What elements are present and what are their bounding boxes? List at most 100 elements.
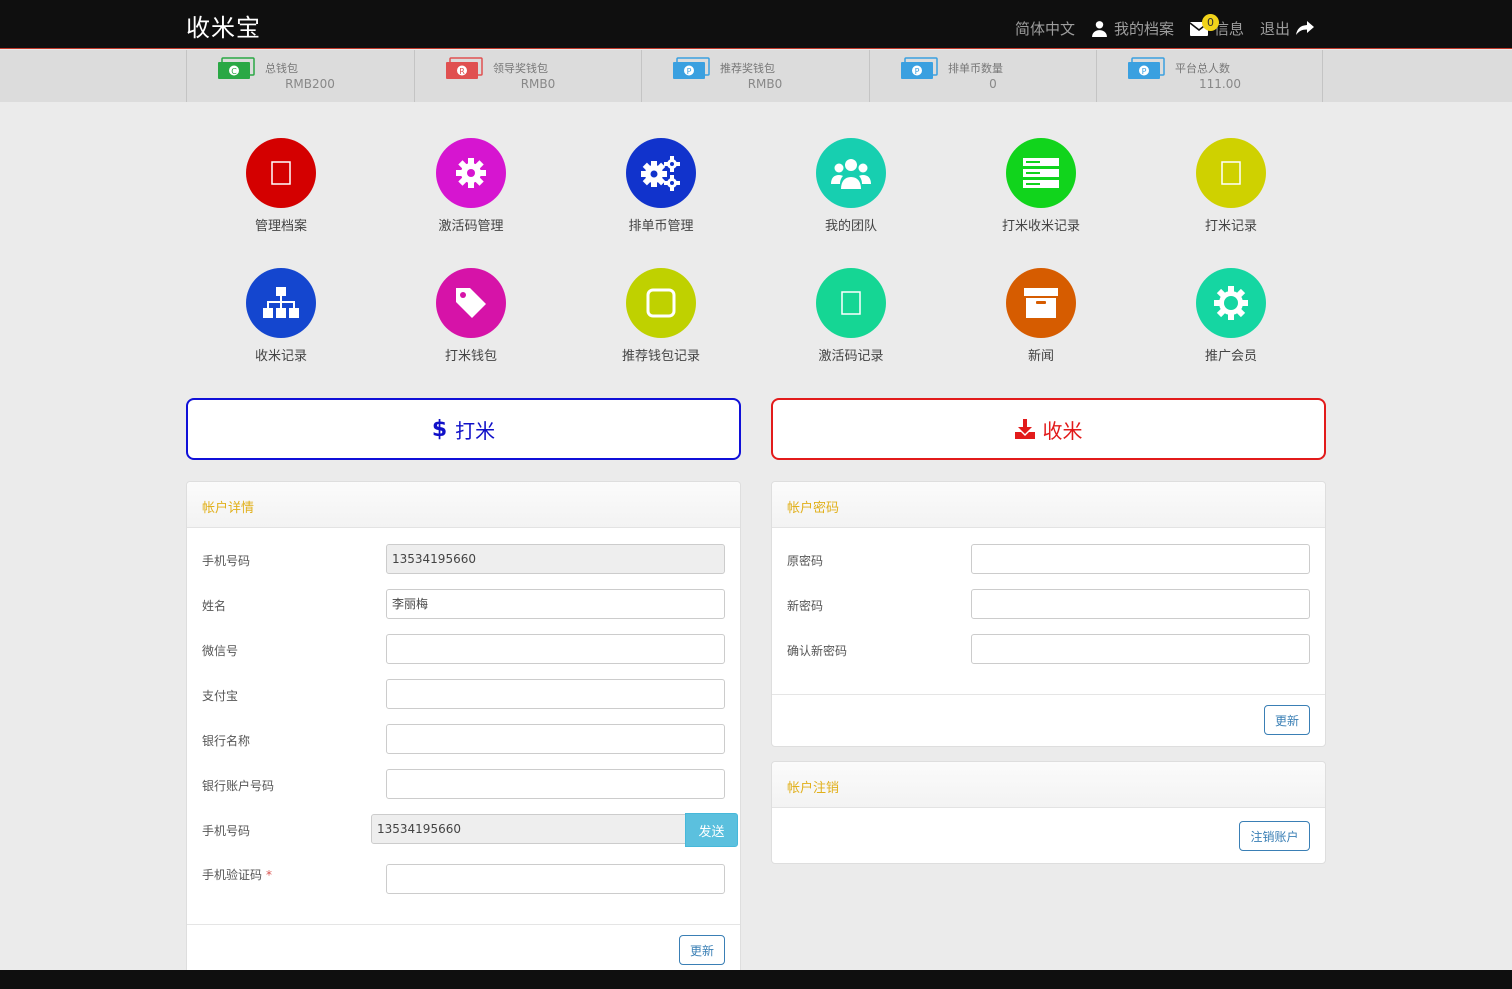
update-password-button[interactable]: 更新 [1264,705,1310,735]
account-cancel-panel: 帐户注销 注销账户 [771,761,1326,864]
money-icon: P [1128,57,1165,79]
tile-manage-profile[interactable]: 管理档案 [211,138,351,234]
field-label: 姓名 [202,599,227,613]
name-field[interactable]: 李丽梅 [386,589,725,619]
wechat-field[interactable] [386,634,725,664]
svg-text:R: R [459,67,465,76]
stat-value: RMB0 [520,77,556,91]
money-icon: P [901,57,938,79]
tag-icon [456,288,486,318]
tile-circle [1006,268,1076,338]
cancel-account-button[interactable]: 注销账户 [1239,821,1310,851]
alipay-field[interactable] [386,679,725,709]
tile-my-team[interactable]: 我的团队 [781,138,921,234]
tile-send-receive-records[interactable]: 打米收米记录 [971,138,1111,234]
verify-phone-field: 13534195660 [371,814,686,844]
money-icon: P [673,57,710,79]
sitemap-icon [263,287,299,318]
navbar-right: 简体中文 我的档案 0 信息 退出 [1015,0,1314,49]
stat-value: RMB200 [285,77,335,91]
required-marker: * [266,868,273,882]
panel-divider [772,694,1325,695]
new-password-input[interactable] [971,589,1310,619]
panel-title: 帐户注销 [772,762,1325,808]
tile-receive-records[interactable]: 收米记录 [211,268,351,364]
gear-icon [456,158,486,188]
placeholder-icon [271,161,291,185]
stat-label: 推荐奖钱包 [720,62,775,75]
tile-send-records[interactable]: 打米记录 [1161,138,1301,234]
field-label: 确认新密码 [787,644,848,658]
logout-label: 退出 [1259,20,1290,38]
tile-send-wallet[interactable]: 打米钱包 [401,268,541,364]
share-arrow-icon [1296,21,1314,35]
tile-label: 我的团队 [824,219,877,234]
stat-label: 排单币数量 [948,62,1003,75]
field-label: 原密码 [787,554,824,568]
panel-divider [187,924,740,925]
field-label: 银行名称 [202,734,251,748]
tile-activation-code-records[interactable]: 激活码记录 [781,268,921,364]
money-icon: R [446,57,483,79]
tile-label: 激活码管理 [438,219,504,234]
stat-label: 总钱包 [265,62,298,75]
placeholder-icon [1221,161,1241,185]
profile-link[interactable]: 我的档案 [1091,10,1174,39]
field-label: 手机验证码 * [202,866,272,883]
tile-label: 打米钱包 [444,349,497,364]
confirm-password-input[interactable] [971,634,1310,664]
send-code-button[interactable]: 发送 [685,813,738,847]
send-rice-button[interactable]: $ 打米 [186,398,741,460]
svg-text:C: C [231,67,237,76]
tile-queue-coin-manage[interactable]: 排单币管理 [591,138,731,234]
language-switch[interactable]: 简体中文 [1015,10,1075,39]
stat-label: 领导奖钱包 [493,62,548,75]
money-icon: C [218,57,255,79]
tile-circle [816,268,886,338]
field-label: 银行账户号码 [202,779,275,793]
verify-code-input[interactable] [386,864,725,894]
stat-value: 0 [989,77,997,91]
square-icon [646,288,676,318]
tile-circle [436,138,506,208]
bank-name-field[interactable] [386,724,725,754]
receive-rice-label: 收米 [1042,418,1083,443]
account-details-panel: 帐户详情 手机号码 13534195660 姓名 李丽梅 微信号 支付宝 银行名… [186,481,741,981]
tile-label: 激活码记录 [818,349,884,364]
bank-account-field[interactable] [386,769,725,799]
language-label: 简体中文 [1014,20,1075,38]
bottom-bar [0,970,1512,989]
tile-label: 推荐钱包记录 [621,349,700,364]
stat-leader-wallet: R 领导奖钱包 RMB0 [414,50,641,102]
tile-referral-wallet-records[interactable]: 推荐钱包记录 [591,268,731,364]
users-icon [831,159,871,189]
panel-title: 帐户密码 [772,482,1325,528]
field-label: 支付宝 [202,689,239,703]
tile-circle [436,268,506,338]
stat-label: 平台总人数 [1175,62,1230,75]
logout-link[interactable]: 退出 [1260,10,1314,39]
field-label: 手机号码 [202,554,251,568]
tile-circle [626,268,696,338]
tile-label: 新闻 [1027,349,1054,364]
stat-referral-wallet: P 推荐奖钱包 RMB0 [641,50,868,102]
placeholder-icon [841,291,861,315]
tile-circle [1006,138,1076,208]
message-count-badge: 0 [1201,14,1219,31]
tile-promote-members[interactable]: 推广会员 [1161,268,1301,364]
tile-circle [1196,138,1266,208]
tile-label: 收米记录 [254,349,307,364]
tile-label: 打米收米记录 [1001,219,1080,234]
tile-label: 打米记录 [1204,219,1257,234]
tile-news[interactable]: 新闻 [971,268,1111,364]
old-password-input[interactable] [971,544,1310,574]
password-panel: 帐户密码 原密码 新密码 确认新密码 更新 [771,481,1326,747]
update-account-button[interactable]: 更新 [679,935,725,965]
brand-logo[interactable]: 收米宝 [186,8,261,43]
messages-link[interactable]: 0 信息 [1189,10,1244,39]
tile-activation-code-manage[interactable]: 激活码管理 [401,138,541,234]
tile-label: 推广会员 [1204,349,1257,364]
receive-rice-button[interactable]: 收米 [771,398,1326,460]
tile-label: 排单币管理 [628,219,694,234]
archive-icon [1024,288,1058,318]
